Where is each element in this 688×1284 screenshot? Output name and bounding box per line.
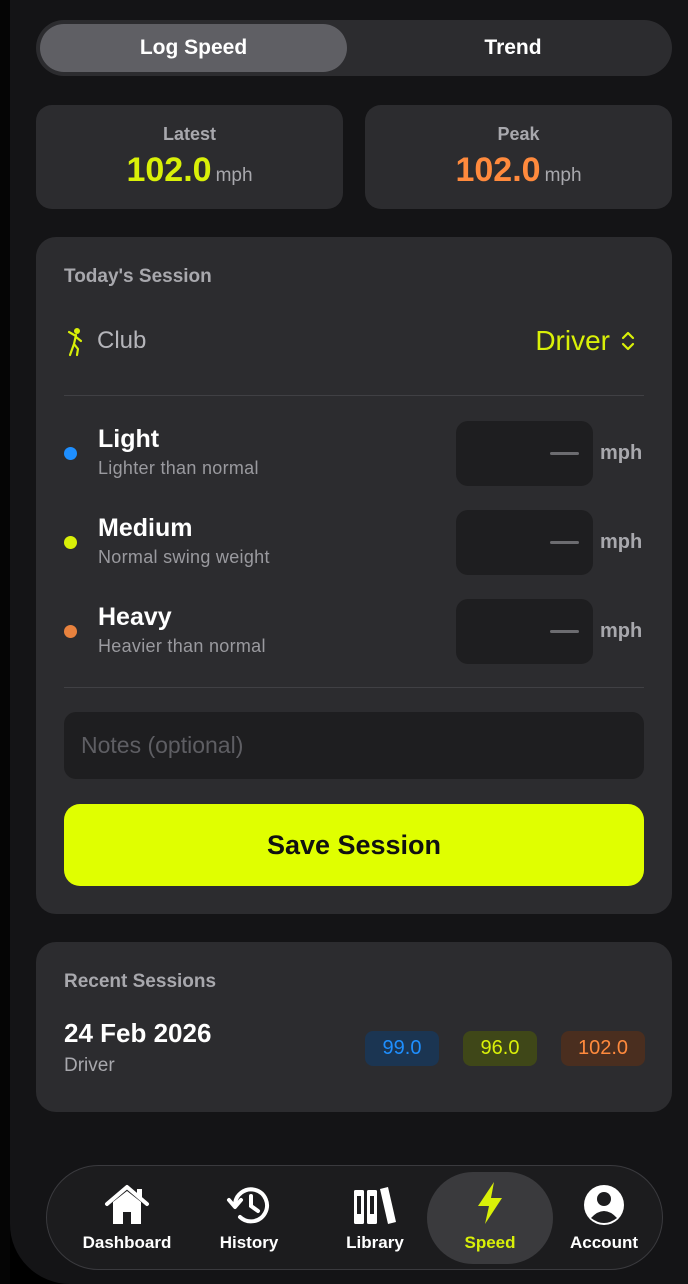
tab-speed[interactable]: Speed <box>427 1166 553 1269</box>
medium-speed-input[interactable] <box>456 510 593 575</box>
weight-desc: Lighter than normal <box>98 458 259 478</box>
tab-log-speed[interactable]: Log Speed <box>40 24 347 72</box>
recent-title: Recent Sessions <box>64 971 217 992</box>
weight-row-medium: Medium Normal swing weight mph <box>64 510 644 576</box>
weight-name: Heavy <box>98 603 172 631</box>
tab-label: Dashboard <box>82 1233 172 1252</box>
medium-speed-badge: 96.0 <box>463 1031 537 1066</box>
medium-dot <box>64 536 77 549</box>
screen: Log Speed Trend Latest 102.0 mph Peak 10… <box>10 0 688 1284</box>
latest-value-row: 102.0 mph <box>36 151 343 190</box>
latest-value: 102.0 <box>126 151 212 189</box>
latest-label: Latest <box>162 124 216 144</box>
tab-trend[interactable]: Trend <box>358 24 668 72</box>
save-session-button[interactable]: Save Session <box>64 804 644 886</box>
todays-session-card: Today's Session Club Driver Light Lighte… <box>36 237 672 914</box>
peak-stat-card: Peak 102.0 mph <box>365 105 672 209</box>
peak-unit: mph <box>544 165 582 186</box>
peak-value: 102.0 <box>455 151 541 189</box>
books-icon <box>354 1187 396 1224</box>
light-speed-input[interactable] <box>456 421 593 486</box>
light-dot <box>64 447 77 460</box>
weight-row-heavy: Heavy Heavier than normal mph <box>64 599 644 665</box>
weight-name: Light <box>98 425 160 453</box>
peak-label: Peak <box>497 124 540 144</box>
tab-label: History <box>219 1233 279 1252</box>
divider <box>64 395 644 396</box>
club-picker[interactable]: Driver <box>535 325 636 357</box>
session-title: Today's Session <box>64 266 212 287</box>
latest-stat-card: Latest 102.0 mph <box>36 105 343 209</box>
tab-account[interactable]: Account <box>559 1166 649 1269</box>
bolt-icon <box>478 1182 502 1224</box>
divider <box>64 687 644 688</box>
weight-unit: mph <box>600 442 643 464</box>
chevron-up-down-icon <box>621 331 635 351</box>
tab-bar: Dashboard History Library Speed Account <box>46 1165 663 1270</box>
house-icon <box>105 1185 149 1224</box>
empty-dash <box>550 541 579 544</box>
recent-sessions-card: Recent Sessions 24 Feb 2026 Driver 99.0 … <box>36 942 672 1112</box>
peak-value-row: 102.0 mph <box>365 151 672 190</box>
weight-unit: mph <box>600 620 643 642</box>
tab-label: Library <box>346 1233 404 1252</box>
heavy-dot <box>64 625 77 638</box>
latest-unit: mph <box>215 165 253 186</box>
light-speed-badge: 99.0 <box>365 1031 439 1066</box>
tab-label: Account <box>570 1233 638 1252</box>
device-edge <box>0 0 10 1284</box>
heavy-speed-badge: 102.0 <box>561 1031 645 1066</box>
mode-segmented-control: Log Speed Trend <box>36 20 672 76</box>
weight-unit: mph <box>600 531 643 553</box>
weight-row-light: Light Lighter than normal mph <box>64 421 644 487</box>
tab-dashboard[interactable]: Dashboard <box>67 1166 187 1269</box>
weight-desc: Normal swing weight <box>98 547 270 567</box>
heavy-speed-input[interactable] <box>456 599 593 664</box>
clock-history-icon <box>227 1187 269 1224</box>
empty-dash <box>550 630 579 633</box>
tab-library[interactable]: Library <box>323 1166 427 1269</box>
club-row: Club Driver <box>64 323 644 363</box>
golfer-icon <box>67 328 83 357</box>
club-label: Club <box>97 327 147 354</box>
session-club: Driver <box>64 1055 115 1076</box>
person-circle-icon <box>584 1185 624 1225</box>
empty-dash <box>550 452 579 455</box>
session-date: 24 Feb 2026 <box>64 1018 212 1048</box>
tab-history[interactable]: History <box>199 1166 299 1269</box>
weight-name: Medium <box>98 514 193 542</box>
weight-desc: Heavier than normal <box>98 636 266 656</box>
notes-input[interactable]: Notes (optional) <box>64 712 644 779</box>
club-value: Driver <box>535 325 610 356</box>
tab-label: Speed <box>464 1233 516 1252</box>
